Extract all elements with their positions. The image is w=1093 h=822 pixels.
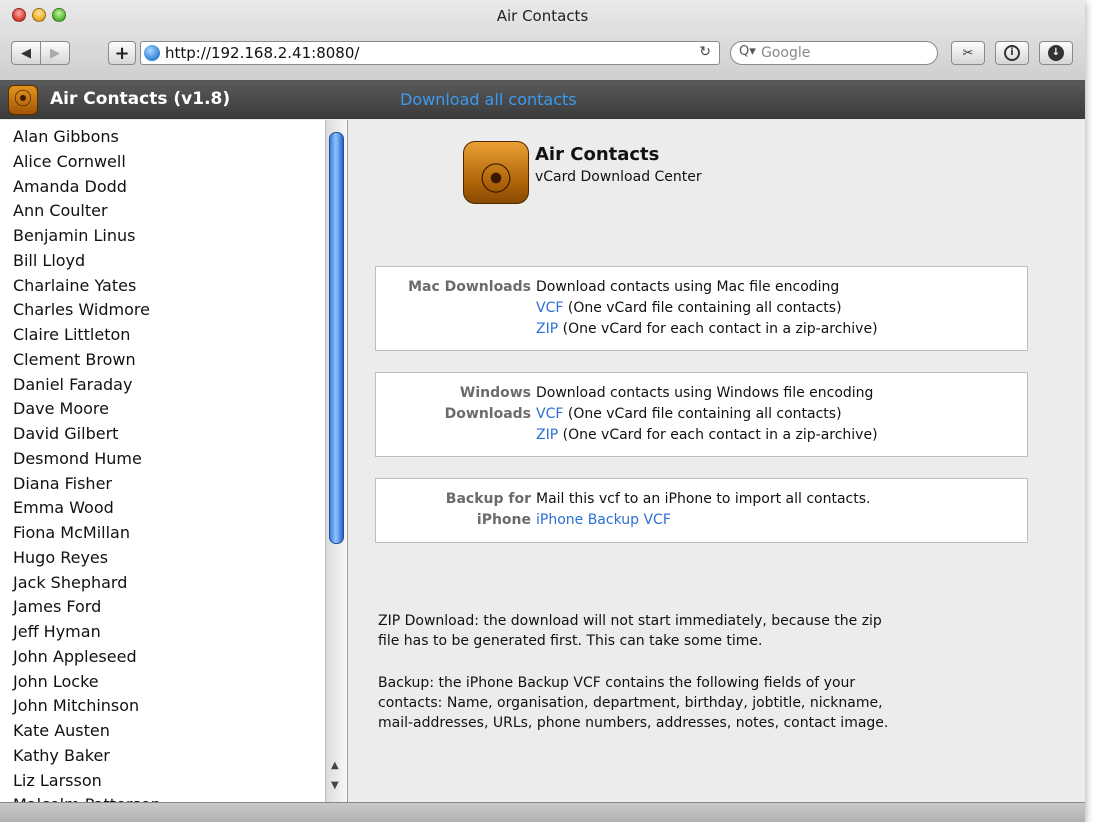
contact-list-item[interactable]: Liz Larsson (13, 771, 161, 796)
downloads-button[interactable]: ↓ (1039, 41, 1073, 65)
download-center: ⦿ Air Contacts vCard Download Center Mac… (348, 120, 1085, 802)
contact-list-item[interactable]: Charles Widmore (13, 300, 161, 325)
contact-list-item[interactable]: Desmond Hume (13, 449, 161, 474)
contact-list-item[interactable]: John Mitchinson (13, 696, 161, 721)
scrollbar-thumb[interactable] (329, 132, 344, 544)
mac-zip-desc: (One vCard for each contact in a zip-arc… (558, 321, 878, 337)
mac-vcf-row: VCF (One vCard file containing all conta… (536, 300, 842, 316)
brand-tagline: vCard Download Center (535, 169, 702, 185)
contact-list-item[interactable]: Alice Cornwell (13, 152, 161, 177)
contacts-sidebar: Alan Gibbons Alice Cornwell Amanda Dodd Ann… (0, 120, 348, 802)
browser-window: Air Contacts ◀ ▶ + http://192.168.2.41:8… (0, 0, 1085, 822)
iphone-backup-box: Backup for iPhone Mail this vcf to an iP… (375, 478, 1028, 543)
back-arrow-icon: ◀ (21, 45, 31, 61)
mac-downloads-box: Mac Downloads Download contacts using Ma… (375, 266, 1028, 351)
url-text: http://192.168.2.41:8080/ (165, 44, 360, 62)
contact-list-item[interactable]: Daniel Faraday (13, 375, 161, 400)
zip-note-line-2: file has to be generated first. This can… (378, 633, 763, 649)
contact-list-item[interactable]: Charlaine Yates (13, 276, 161, 301)
globe-icon (144, 45, 160, 61)
windows-vcf-desc: (One vCard file containing all contacts) (563, 406, 842, 422)
add-bookmark-button[interactable]: + (108, 41, 136, 65)
contact-list-item[interactable]: Dave Moore (13, 399, 161, 424)
browser-chrome: Air Contacts ◀ ▶ + http://192.168.2.41:8… (0, 0, 1085, 81)
iphone-backup-vcf-link[interactable]: iPhone Backup VCF (536, 512, 671, 528)
app-title: Air Contacts (v1.8) (50, 89, 231, 109)
windows-vcf-link[interactable]: VCF (536, 406, 563, 422)
search-icon[interactable]: Q▾ (739, 44, 756, 59)
download-icon: ↓ (1048, 45, 1064, 61)
forward-arrow-icon: ▶ (50, 45, 60, 61)
backup-note-line-2: contacts: Name, organisation, department… (378, 695, 883, 711)
sidebar-scrollbar[interactable]: ▲ ▼ (325, 120, 346, 802)
mac-zip-row: ZIP (One vCard for each contact in a zip… (536, 321, 878, 337)
mac-zip-link[interactable]: ZIP (536, 321, 558, 337)
window-title: Air Contacts (496, 7, 589, 25)
contacts-list: Alan Gibbons Alice Cornwell Amanda Dodd Ann… (13, 127, 161, 802)
mac-downloads-label: Mac Downloads (408, 279, 531, 295)
contact-list-item[interactable]: Diana Fisher (13, 474, 161, 499)
backup-label-1: Backup for (445, 491, 531, 507)
mac-downloads-desc: Download contacts using Mac file encodin… (536, 279, 840, 295)
zip-note-line-1: ZIP Download: the download will not star… (378, 613, 882, 629)
contact-list-item[interactable]: Jeff Hyman (13, 622, 161, 647)
contact-list-item[interactable]: Amanda Dodd (13, 177, 161, 202)
contact-list-item[interactable]: Jack Shephard (13, 573, 161, 598)
contact-list-item[interactable]: Claire Littleton (13, 325, 161, 350)
zip-note: ZIP Download: the download will not star… (378, 611, 1018, 651)
mac-vcf-link[interactable]: VCF (536, 300, 563, 316)
reload-icon[interactable]: ↻ (699, 44, 711, 60)
contact-list-item[interactable]: Bill Lloyd (13, 251, 161, 276)
contact-list-item[interactable]: Clement Brown (13, 350, 161, 375)
backup-note-line-1: Backup: the iPhone Backup VCF contains t… (378, 675, 856, 691)
mac-vcf-desc: (One vCard file containing all contacts) (563, 300, 842, 316)
contact-list-item[interactable]: James Ford (13, 597, 161, 622)
contact-list-item[interactable]: Benjamin Linus (13, 226, 161, 251)
status-bar (0, 802, 1085, 822)
contact-list-item[interactable]: John Locke (13, 672, 161, 697)
contact-list-item[interactable]: David Gilbert (13, 424, 161, 449)
search-placeholder: Google (761, 45, 811, 61)
backup-note-line-3: mail-addresses, URLs, phone numbers, add… (378, 715, 889, 731)
app-header: ⦿ Air Contacts (v1.8) Download all conta… (0, 81, 1085, 119)
contact-list-item[interactable]: Emma Wood (13, 498, 161, 523)
app-logo-icon: ⦿ (8, 85, 38, 115)
contact-list-item[interactable]: Kate Austen (13, 721, 161, 746)
windows-downloads-box: Windows Downloads Download contacts usin… (375, 372, 1028, 457)
info-button[interactable]: i (995, 41, 1029, 65)
info-icon: i (1004, 45, 1020, 61)
air-contacts-logo-icon: ⦿ (463, 141, 529, 204)
contact-list-item[interactable]: Alan Gibbons (13, 127, 161, 152)
contact-list-item[interactable]: Hugo Reyes (13, 548, 161, 573)
windows-zip-desc: (One vCard for each contact in a zip-arc… (558, 427, 878, 443)
windows-downloads-desc: Download contacts using Windows file enc… (536, 385, 874, 401)
contact-list-item[interactable]: Fiona McMillan (13, 523, 161, 548)
contact-list-item[interactable]: John Appleseed (13, 647, 161, 672)
windows-label-1: Windows (459, 385, 531, 401)
download-all-link[interactable]: Download all contacts (400, 90, 577, 109)
title-bar: Air Contacts (0, 0, 1085, 36)
backup-link-row: iPhone Backup VCF (536, 512, 671, 528)
windows-zip-link[interactable]: ZIP (536, 427, 558, 443)
backup-label-2: iPhone (476, 512, 531, 528)
windows-zip-row: ZIP (One vCard for each contact in a zip… (536, 427, 878, 443)
plus-icon: + (114, 42, 130, 64)
backup-note: Backup: the iPhone Backup VCF contains t… (378, 673, 1018, 733)
brand-title: Air Contacts (535, 144, 660, 165)
contact-list-item[interactable]: Kathy Baker (13, 746, 161, 771)
search-field[interactable]: Q▾ Google (730, 41, 938, 65)
windows-vcf-row: VCF (One vCard file containing all conta… (536, 406, 842, 422)
browser-toolbar: ◀ ▶ + http://192.168.2.41:8080/ ↻ Q▾ Goo… (0, 36, 1085, 80)
forward-button[interactable]: ▶ (40, 41, 70, 65)
windows-label-2: Downloads (444, 406, 531, 422)
scroll-down-arrow-icon[interactable]: ▼ (331, 780, 339, 791)
snapback-button[interactable]: ✂ (951, 41, 985, 65)
back-button[interactable]: ◀ (11, 41, 41, 65)
scissors-icon: ✂ (962, 45, 974, 61)
backup-desc: Mail this vcf to an iPhone to import all… (536, 491, 871, 507)
contact-list-item[interactable]: Ann Coulter (13, 201, 161, 226)
address-bar[interactable]: http://192.168.2.41:8080/ ↻ (140, 41, 720, 65)
scroll-up-arrow-icon[interactable]: ▲ (331, 760, 339, 771)
contact-list-item[interactable]: Malcolm Patterson (13, 795, 161, 802)
